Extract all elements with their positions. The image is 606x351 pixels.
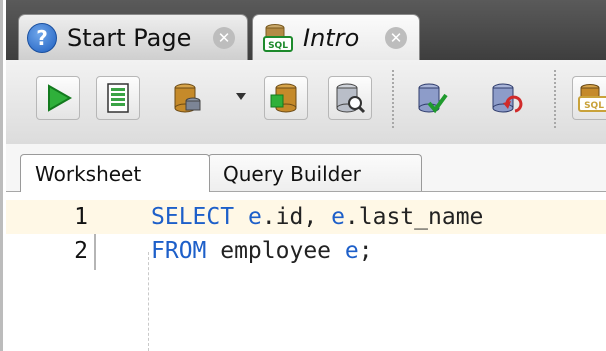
tab-label: Start Page [67,23,192,52]
svg-text:SQL: SQL [584,101,604,111]
run-statement-button[interactable] [36,76,80,120]
tab-query-builder[interactable]: Query Builder [208,154,422,192]
tab-worksheet[interactable]: Worksheet [20,154,210,192]
script-icon [107,83,129,113]
sql-icon: SQL [577,84,606,112]
line-number: 1 [74,204,88,230]
database-icon [174,83,201,113]
sql-code-editor[interactable]: 1 SELECT e.id, e.last_name 2 FROM employ… [6,192,606,351]
document-tab-strip: ? Start Page ✕ SQL Intro ✕ [6,0,606,60]
keyword-token: SELECT [151,204,235,230]
close-icon[interactable]: ✕ [213,26,235,49]
toolbar-separator [392,70,394,128]
editor-tab-bar: Worksheet Query Builder [6,144,606,192]
commit-button[interactable] [166,76,210,120]
rollback-button[interactable] [484,76,528,120]
code-text: SELECT e.id, e.last_name [151,204,483,230]
explain-plan-button[interactable] [328,76,372,120]
run-script-button[interactable] [96,76,140,120]
database-undo-icon [492,83,523,113]
database-trace-icon [270,83,297,113]
code-token: .id, [261,204,332,230]
sql-developer-window: ? Start Page ✕ SQL Intro ✕ SQL Worksheet… [0,0,606,351]
line-number: 2 [74,238,88,264]
autotrace-button[interactable] [264,76,308,120]
commit-checked-button[interactable] [410,76,454,120]
code-line[interactable]: 1 SELECT e.id, e.last_name [6,200,606,234]
tab-intro[interactable]: SQL Intro ✕ [252,14,420,60]
sql-history-button[interactable]: SQL [572,76,606,120]
play-icon [48,84,73,112]
tab-start-page[interactable]: ? Start Page ✕ [18,14,248,60]
svg-text:SQL: SQL [268,41,288,51]
toolbar-separator [554,70,556,128]
code-text: FROM employee e; [151,238,373,264]
code-token: .last_name [344,204,484,230]
close-icon[interactable]: ✕ [385,26,407,49]
code-line[interactable]: 2 FROM employee e; [6,234,606,268]
code-token: employee [206,238,345,264]
database-check-icon [418,83,448,114]
alias-token: e [331,204,345,230]
alias-token: e [247,204,262,230]
worksheet-toolbar: SQL [6,60,606,145]
chevron-down-icon[interactable] [236,93,246,100]
help-icon: ? [27,22,57,53]
database-search-icon [336,83,366,114]
code-token: ; [358,238,373,264]
sql-file-icon: SQL [263,23,293,52]
keyword-token: FROM [151,238,207,264]
alias-token: e [344,238,359,264]
tab-label: Intro [303,23,360,52]
